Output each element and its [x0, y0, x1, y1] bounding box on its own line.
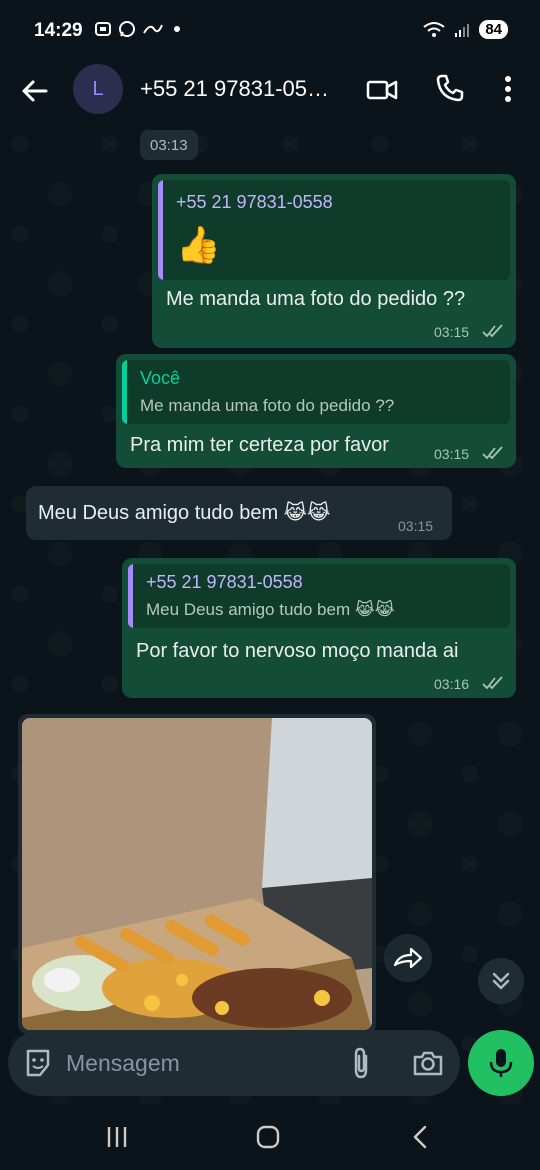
forward-icon — [393, 947, 423, 969]
message-text: Por favor to nervoso moço manda ai — [136, 640, 459, 662]
message-text: Meu Deus amigo tudo bem 😹😹 — [38, 502, 331, 524]
read-receipt-icon — [482, 676, 503, 690]
date-separator: 03:13 — [140, 130, 198, 160]
voice-message-button[interactable] — [468, 1030, 534, 1096]
back-arrow-icon[interactable] — [18, 74, 52, 108]
contact-avatar[interactable]: L — [73, 64, 123, 114]
quote-author: +55 21 97831-0558 — [146, 572, 303, 592]
message-bubble-outgoing[interactable]: +55 21 97831-0558 👍 Me manda uma foto do… — [152, 174, 516, 348]
message-text: Me manda uma foto do pedido ?? — [166, 288, 466, 310]
scroll-to-bottom-button[interactable] — [478, 958, 524, 1004]
voice-call-icon[interactable] — [434, 72, 466, 104]
read-receipt-icon — [482, 324, 503, 338]
status-right: 84 — [423, 20, 508, 39]
quoted-message[interactable]: +55 21 97831-0558 👍 — [158, 180, 510, 280]
message-input-bar — [8, 1030, 460, 1096]
quote-author: Você — [140, 368, 181, 388]
recent-apps-icon[interactable] — [104, 1124, 130, 1150]
contact-name[interactable]: +55 21 97831-05… — [140, 76, 329, 102]
chat-header: L +55 21 97831-05… — [0, 62, 540, 124]
message-text: Pra mim ter certeza por favor — [130, 434, 389, 456]
message-bubble-outgoing[interactable]: Você Me manda uma foto do pedido ?? Pra … — [116, 354, 516, 468]
emoji-sticker-icon[interactable] — [22, 1047, 54, 1079]
more-notifications-dot-icon — [174, 26, 180, 32]
message-time: 03:15 — [434, 324, 470, 340]
system-back-icon[interactable] — [408, 1124, 434, 1150]
camera-icon[interactable] — [412, 1047, 444, 1079]
quote-text: Me manda uma foto do pedido ?? — [140, 396, 395, 415]
food-photo[interactable] — [22, 718, 372, 1030]
signal-icon — [455, 23, 470, 37]
message-bubble-incoming[interactable]: Meu Deus amigo tudo bem 😹😹 03:15 — [26, 486, 452, 540]
message-time: 03:15 — [434, 446, 470, 462]
double-chevron-down-icon — [492, 972, 510, 990]
message-time: 03:15 — [398, 518, 434, 534]
notification-icons — [94, 20, 180, 38]
status-bar: 14:29 84 — [0, 0, 540, 62]
system-navigation-bar — [0, 1104, 540, 1170]
image-message[interactable] — [18, 714, 376, 1034]
chat-area[interactable]: 03:13 +55 21 97831-0558 👍 Me manda uma f… — [0, 124, 540, 1104]
whatsapp-notification-icon — [119, 21, 135, 37]
forward-button[interactable] — [384, 934, 432, 982]
message-bubble-outgoing[interactable]: +55 21 97831-0558 Meu Deus amigo tudo be… — [122, 558, 516, 698]
status-time: 14:29 — [34, 20, 83, 41]
quote-author: +55 21 97831-0558 — [176, 192, 333, 212]
app-notification-icon — [143, 24, 163, 34]
wifi-icon — [423, 21, 445, 37]
quote-emoji: 👍 — [176, 224, 221, 265]
message-input[interactable] — [66, 1030, 336, 1096]
video-call-icon[interactable] — [366, 74, 398, 106]
more-options-icon[interactable] — [496, 72, 520, 106]
food-box-image — [22, 718, 372, 1030]
battery-level: 84 — [479, 20, 508, 39]
quote-text: Meu Deus amigo tudo bem 😹😹 — [146, 600, 395, 619]
avatar-letter: L — [92, 77, 104, 100]
paperclip-icon[interactable] — [346, 1046, 376, 1080]
quoted-message[interactable]: Você Me manda uma foto do pedido ?? — [122, 360, 510, 424]
home-icon[interactable] — [255, 1124, 281, 1150]
read-receipt-icon — [482, 446, 503, 460]
screenshot-notification-icon — [95, 22, 111, 36]
microphone-icon — [489, 1049, 513, 1077]
quoted-message[interactable]: +55 21 97831-0558 Meu Deus amigo tudo be… — [128, 564, 510, 628]
message-time: 03:16 — [434, 676, 470, 692]
